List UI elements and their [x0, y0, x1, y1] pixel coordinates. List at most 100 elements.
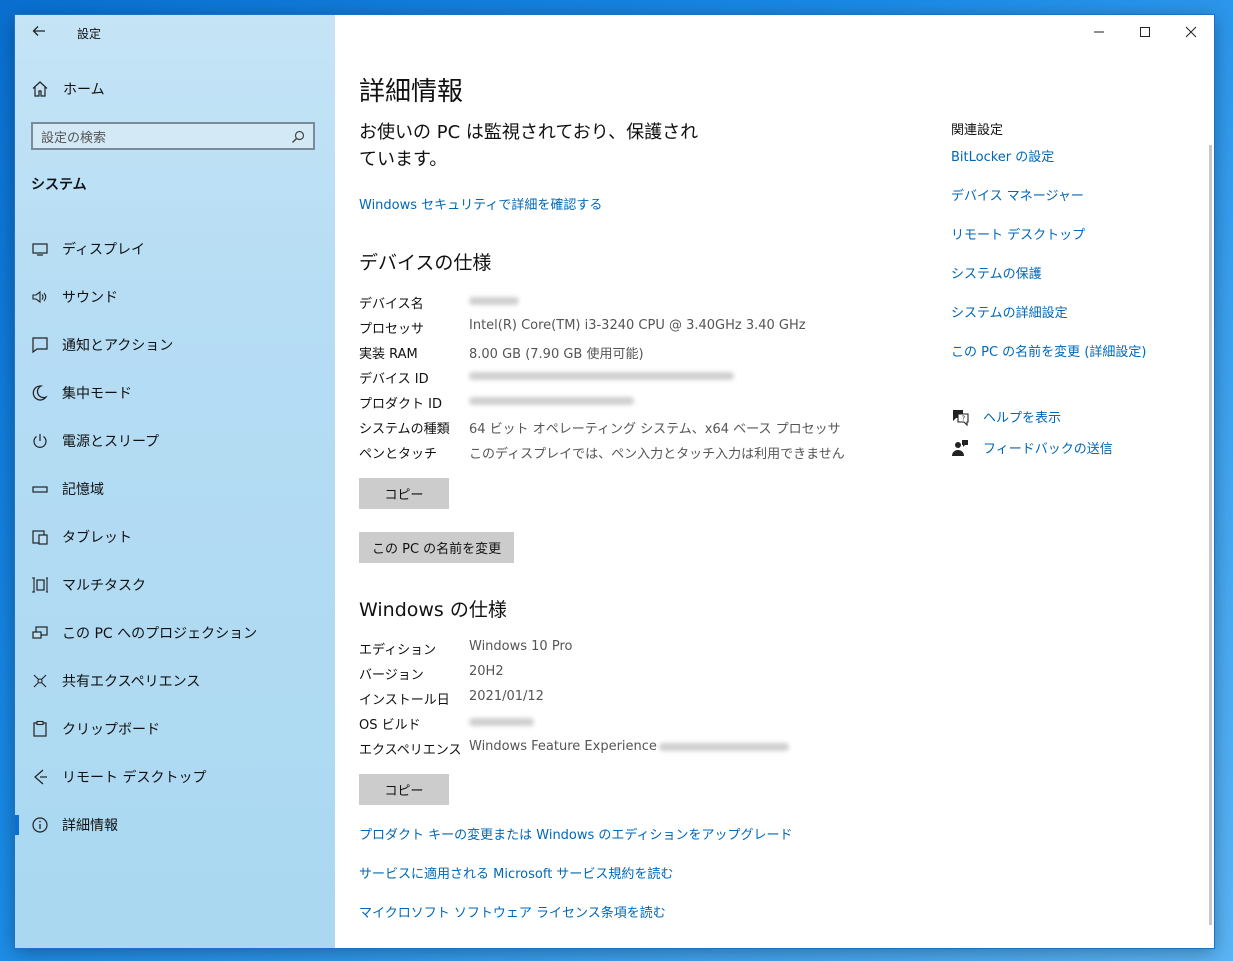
sidebar-item-label: ディスプレイ	[62, 242, 146, 258]
spec-value: Windows Feature Experience	[469, 739, 789, 754]
spec-key: インストール日	[359, 693, 450, 708]
bitlocker-link[interactable]: BitLocker の設定	[951, 146, 1054, 165]
spec-row: プロセッサ Intel(R) Core(TM) i3-3240 CPU @ 3.…	[359, 318, 919, 343]
system-protection-link[interactable]: システムの保護	[951, 263, 1042, 282]
feedback-link[interactable]: フィードバックの送信	[951, 438, 1113, 457]
feedback-icon	[951, 439, 969, 457]
spec-value: Windows 10 Pro	[469, 639, 573, 654]
window-caption-buttons	[1076, 15, 1214, 49]
sidebar-item-focus[interactable]: 集中モード	[15, 369, 335, 417]
search-icon	[291, 129, 305, 143]
spec-value-redacted	[469, 714, 534, 729]
notification-icon	[31, 336, 49, 354]
sidebar-item-label: 集中モード	[62, 386, 132, 402]
security-status: お使いの PC は監視されており、保護されています。	[359, 122, 699, 170]
speaker-icon	[31, 288, 49, 306]
spec-row: インストール日 2021/01/12	[359, 689, 919, 714]
rename-pc-button[interactable]: この PC の名前を変更	[359, 532, 515, 563]
sidebar-item-remote-desktop[interactable]: リモート デスクトップ	[15, 753, 335, 801]
sidebar-item-label: リモート デスクトップ	[62, 770, 207, 786]
spec-value: Intel(R) Core(TM) i3-3240 CPU @ 3.40GHz …	[469, 318, 806, 333]
scrollbar[interactable]	[1209, 145, 1212, 925]
sidebar-item-label: 電源とスリープ	[62, 434, 160, 450]
minimize-button[interactable]	[1076, 15, 1122, 49]
spec-key: 実装 RAM	[359, 347, 418, 362]
spec-key: プロセッサ	[359, 322, 425, 337]
sidebar-item-clipboard[interactable]: クリップボード	[15, 705, 335, 753]
spec-value: このディスプレイでは、ペン入力とタッチ入力は利用できません	[469, 447, 845, 462]
spec-row: システムの種類 64 ビット オペレーティング システム、x64 ベース プロセ…	[359, 418, 919, 443]
device-spec-heading: デバイスの仕様	[359, 252, 492, 274]
settings-window: 設定 ホーム 設定の検索 システム ディスプレイ サウンド 通知とアクション 集…	[15, 15, 1214, 948]
copy-windows-spec-button[interactable]: コピー	[359, 774, 449, 805]
spec-key: デバイス ID	[359, 372, 429, 387]
sidebar-item-label: クリップボード	[62, 722, 160, 738]
share-icon	[31, 672, 49, 690]
sidebar-item-projection[interactable]: この PC へのプロジェクション	[15, 609, 335, 657]
device-manager-link[interactable]: デバイス マネージャー	[951, 185, 1084, 204]
spec-key: デバイス名	[359, 297, 424, 312]
advanced-system-settings-link[interactable]: システムの詳細設定	[951, 302, 1068, 321]
page-title: 詳細情報	[359, 77, 464, 107]
spec-row: OS ビルド	[359, 714, 919, 739]
remote-desktop-icon	[31, 768, 49, 786]
info-icon	[31, 816, 49, 834]
rename-pc-advanced-link[interactable]: この PC の名前を変更 (詳細設定)	[951, 341, 1146, 360]
sidebar-item-tablet[interactable]: タブレット	[15, 513, 335, 561]
back-arrow-icon[interactable]	[29, 23, 49, 43]
experience-value: Windows Feature Experience	[469, 739, 657, 754]
sidebar-item-storage[interactable]: 記憶域	[15, 465, 335, 513]
license-terms-link[interactable]: マイクロソフト ソフトウェア ライセンス条項を読む	[359, 902, 666, 921]
security-details-link[interactable]: Windows セキュリティで詳細を確認する	[359, 194, 602, 213]
product-key-link[interactable]: プロダクト キーの変更または Windows のエディションをアップグレード	[359, 824, 793, 843]
spec-row: デバイス名	[359, 293, 919, 318]
help-link[interactable]: ? ヘルプを表示	[951, 407, 1061, 426]
spec-key: OS ビルド	[359, 718, 421, 733]
sidebar-item-label: サウンド	[62, 290, 118, 306]
sidebar-item-label: 記憶域	[62, 482, 104, 498]
spec-value: 64 ビット オペレーティング システム、x64 ベース プロセッサ	[469, 422, 841, 437]
device-spec-table: デバイス名 プロセッサ Intel(R) Core(TM) i3-3240 CP…	[359, 293, 919, 468]
sidebar-item-multitask[interactable]: マルチタスク	[15, 561, 335, 609]
sidebar-item-shared-experiences[interactable]: 共有エクスペリエンス	[15, 657, 335, 705]
search-placeholder: 設定の検索	[41, 130, 107, 146]
home-label: ホーム	[63, 82, 105, 98]
spec-value: 2021/01/12	[469, 689, 544, 704]
spec-key: システムの種類	[359, 422, 450, 437]
clipboard-icon	[31, 720, 49, 738]
maximize-button[interactable]	[1122, 15, 1168, 49]
help-label: ヘルプを表示	[983, 411, 1062, 426]
sidebar-item-label: 詳細情報	[62, 818, 118, 834]
power-icon	[31, 432, 49, 450]
related-settings-title: 関連設定	[951, 123, 1004, 138]
multitask-icon	[31, 576, 49, 594]
sidebar-item-label: マルチタスク	[62, 578, 146, 594]
windows-spec-table: エディション Windows 10 Pro バージョン 20H2 インストール日…	[359, 639, 919, 764]
spec-key: エディション	[359, 643, 437, 658]
home-link[interactable]: ホーム	[31, 79, 105, 99]
copy-device-spec-button[interactable]: コピー	[359, 478, 449, 509]
spec-value: 8.00 GB (7.90 GB 使用可能)	[469, 347, 644, 362]
spec-row: 実装 RAM 8.00 GB (7.90 GB 使用可能)	[359, 343, 919, 368]
spec-key: プロダクト ID	[359, 397, 442, 412]
sidebar-item-sound[interactable]: サウンド	[15, 273, 335, 321]
spec-value-redacted	[469, 368, 734, 383]
sidebar-item-power[interactable]: 電源とスリープ	[15, 417, 335, 465]
sidebar-item-label: この PC へのプロジェクション	[62, 626, 258, 642]
projection-icon	[31, 624, 49, 642]
search-input[interactable]: 設定の検索	[31, 122, 315, 150]
close-button[interactable]	[1168, 15, 1214, 49]
spec-value: 20H2	[469, 664, 504, 679]
service-agreement-link[interactable]: サービスに適用される Microsoft サービス規約を読む	[359, 863, 673, 882]
feedback-label: フィードバックの送信	[983, 442, 1113, 457]
close-icon	[1185, 26, 1197, 38]
windows-spec-heading: Windows の仕様	[359, 599, 507, 621]
sidebar-item-label: 共有エクスペリエンス	[62, 674, 201, 690]
spec-key: エクスペリエンス	[359, 743, 462, 758]
maximize-icon	[1140, 27, 1150, 37]
sidebar-item-display[interactable]: ディスプレイ	[15, 225, 335, 273]
sidebar-item-label: タブレット	[62, 530, 132, 546]
sidebar-item-about[interactable]: 詳細情報	[15, 801, 335, 849]
remote-desktop-link[interactable]: リモート デスクトップ	[951, 224, 1085, 243]
sidebar-item-notifications[interactable]: 通知とアクション	[15, 321, 335, 369]
